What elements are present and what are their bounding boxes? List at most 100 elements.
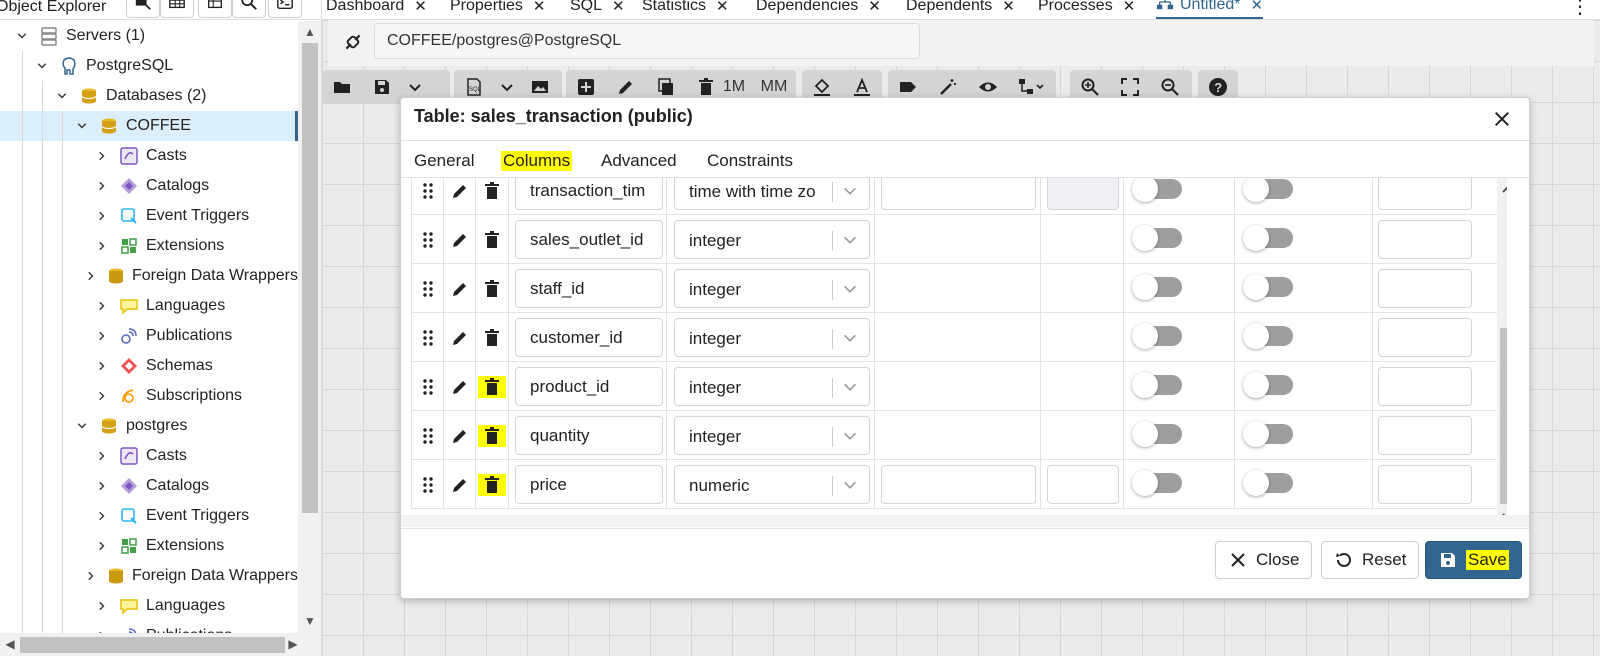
primary-key-toggle[interactable]: [1243, 470, 1293, 496]
tree-node-event-triggers[interactable]: Event Triggers: [0, 501, 298, 531]
column-name-input[interactable]: price: [515, 465, 663, 504]
drag-handle[interactable]: [412, 460, 444, 509]
tree-node-foreign-data-wrappers[interactable]: Foreign Data Wrappers: [0, 561, 298, 591]
drag-handle[interactable]: [412, 411, 444, 460]
column-name-input[interactable]: sales_outlet_id: [515, 220, 663, 259]
edit-column-button[interactable]: [444, 215, 476, 264]
save-button[interactable]: Save: [1425, 541, 1522, 579]
expand-chevron-right-icon[interactable]: [94, 598, 110, 614]
tree-node-event-triggers[interactable]: Event Triggers: [0, 201, 298, 231]
tree-node-servers-1[interactable]: Servers (1): [0, 21, 298, 51]
tab-close-icon[interactable]: ✕: [612, 0, 625, 15]
expand-chevron-down-icon[interactable]: [54, 88, 70, 104]
data-type-select[interactable]: integer: [674, 416, 870, 455]
primary-key-toggle[interactable]: [1243, 178, 1293, 202]
not-null-toggle[interactable]: [1132, 372, 1182, 398]
default-value-input[interactable]: [1378, 465, 1472, 504]
default-value-input[interactable]: [1378, 269, 1472, 308]
primary-key-toggle[interactable]: [1243, 372, 1293, 398]
not-null-toggle[interactable]: [1132, 178, 1182, 202]
primary-key-toggle[interactable]: [1243, 421, 1293, 447]
delete-column-button[interactable]: [476, 215, 509, 264]
length-input[interactable]: [881, 178, 1036, 210]
default-value-input[interactable]: [1378, 367, 1472, 406]
tree-node-extensions[interactable]: Extensions: [0, 231, 298, 261]
tab-close-icon[interactable]: ✕: [1123, 0, 1136, 15]
more-vertical-icon[interactable]: ⋮: [1570, 0, 1590, 19]
edit-column-button[interactable]: [444, 411, 476, 460]
edit-column-button[interactable]: [444, 460, 476, 509]
default-value-input[interactable]: [1378, 178, 1472, 210]
scroll-down-arrow-icon[interactable]: ▼: [303, 614, 317, 628]
tree-vertical-scrollbar[interactable]: ▲ ▼: [298, 21, 321, 633]
tree-node-foreign-data-wrappers[interactable]: Foreign Data Wrappers: [0, 261, 298, 291]
edit-column-button[interactable]: [444, 362, 476, 411]
open-file-button[interactable]: [322, 70, 362, 104]
tab-dashboard[interactable]: Dashboard ✕: [326, 0, 427, 19]
drag-handle[interactable]: [412, 215, 444, 264]
tab-statistics[interactable]: Statistics ✕: [642, 0, 729, 19]
tab-dependents[interactable]: Dependents ✕: [906, 0, 1015, 19]
scroll-left-arrow-icon[interactable]: ◀: [3, 637, 17, 651]
expand-chevron-right-icon[interactable]: [94, 208, 110, 224]
drag-handle[interactable]: [412, 178, 444, 215]
expand-chevron-right-icon[interactable]: [94, 358, 110, 374]
dialog-tab-columns[interactable]: Columns: [501, 151, 573, 171]
expand-chevron-down-icon[interactable]: [34, 58, 50, 74]
drag-handle[interactable]: [412, 313, 444, 362]
expand-chevron-right-icon[interactable]: [94, 508, 110, 524]
delete-column-button[interactable]: [476, 460, 509, 509]
columns-grid-scrollbar[interactable]: [1497, 178, 1507, 515]
length-input[interactable]: [881, 465, 1036, 504]
delete-column-button[interactable]: [476, 178, 509, 215]
expand-chevron-right-icon[interactable]: [94, 478, 110, 494]
view-data-button[interactable]: [160, 0, 194, 18]
tree-node-catalogs[interactable]: Catalogs: [0, 471, 298, 501]
tree-node-schemas[interactable]: Schemas: [0, 351, 298, 381]
expand-chevron-down-icon[interactable]: [74, 118, 90, 134]
tree-node-postgresql[interactable]: PostgreSQL: [0, 51, 298, 81]
expand-chevron-right-icon[interactable]: [94, 388, 110, 404]
column-name-input[interactable]: customer_id: [515, 318, 663, 357]
not-null-toggle[interactable]: [1132, 274, 1182, 300]
delete-column-button[interactable]: [476, 313, 509, 362]
not-null-toggle[interactable]: [1132, 225, 1182, 251]
column-name-input[interactable]: transaction_tim: [515, 178, 663, 210]
tree-node-casts[interactable]: Casts: [0, 441, 298, 471]
tree-horizontal-scrollbar[interactable]: ◀ ▶: [0, 633, 321, 656]
column-name-input[interactable]: staff_id: [515, 269, 663, 308]
expand-chevron-right-icon[interactable]: [94, 238, 110, 254]
tree-node-catalogs[interactable]: Catalogs: [0, 171, 298, 201]
not-null-toggle[interactable]: [1132, 470, 1182, 496]
scroll-right-arrow-icon[interactable]: ▶: [286, 637, 300, 651]
data-type-select[interactable]: integer: [674, 367, 870, 406]
tab-sql[interactable]: SQL ✕: [570, 0, 625, 19]
not-null-toggle[interactable]: [1132, 421, 1182, 447]
edit-column-button[interactable]: [444, 264, 476, 313]
default-value-input[interactable]: [1378, 318, 1472, 357]
data-type-select[interactable]: integer: [674, 220, 870, 259]
tree-node-casts[interactable]: Casts: [0, 141, 298, 171]
tree-node-extensions[interactable]: Extensions: [0, 531, 298, 561]
data-type-select[interactable]: numeric: [674, 465, 870, 504]
scroll-up-arrow-icon[interactable]: ▲: [303, 25, 317, 39]
close-button[interactable]: Close: [1215, 541, 1313, 579]
tree-vertical-scroll-thumb[interactable]: [302, 43, 318, 513]
primary-key-toggle[interactable]: [1243, 323, 1293, 349]
expand-chevron-right-icon[interactable]: [94, 328, 110, 344]
tab-dependencies[interactable]: Dependencies ✕: [756, 0, 881, 19]
column-name-input[interactable]: product_id: [515, 367, 663, 406]
columns-grid-scroll-thumb[interactable]: [1500, 328, 1507, 504]
tab-properties[interactable]: Properties ✕: [450, 0, 546, 19]
expand-chevron-right-icon[interactable]: [84, 568, 98, 584]
tab-close-icon[interactable]: ✕: [1250, 0, 1263, 14]
reset-button[interactable]: Reset: [1321, 541, 1420, 579]
tab-close-icon[interactable]: ✕: [868, 0, 881, 15]
expand-chevron-down-icon[interactable]: [14, 28, 30, 44]
scale-input[interactable]: [1047, 178, 1119, 210]
delete-column-button[interactable]: [476, 362, 509, 411]
tree-node-databases-2[interactable]: Databases (2): [0, 81, 298, 111]
expand-chevron-right-icon[interactable]: [94, 148, 110, 164]
expand-chevron-right-icon[interactable]: [84, 268, 98, 284]
data-type-select[interactable]: time with time zo: [674, 178, 870, 210]
